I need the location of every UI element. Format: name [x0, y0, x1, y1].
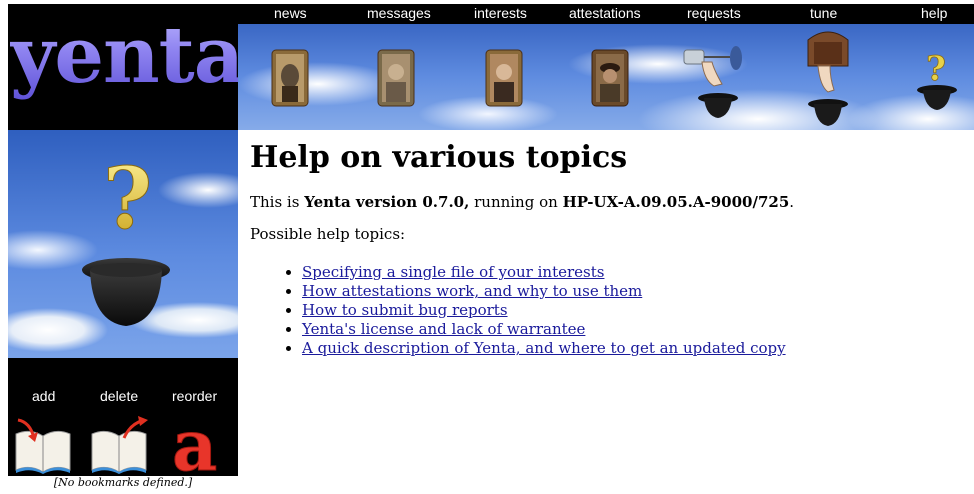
nav-attestations[interactable]: attestations: [569, 5, 641, 21]
bookmarks-panel: add delete reorder a [No bookmarks defin…: [8, 358, 238, 490]
reorder-bookmarks-button[interactable]: a: [168, 416, 228, 474]
interests-icon[interactable]: [484, 46, 524, 108]
list-item: How to submit bug reports: [302, 301, 970, 320]
svg-text:?: ?: [926, 49, 946, 89]
list-item: Specifying a single file of your interes…: [302, 263, 970, 282]
topic-link-description[interactable]: A quick description of Yenta, and where …: [302, 339, 786, 357]
requests-icon[interactable]: [678, 40, 758, 120]
attestations-icon[interactable]: [590, 46, 630, 108]
nav-interests[interactable]: interests: [474, 5, 527, 21]
top-nav: news messages interests attestations req…: [238, 4, 974, 24]
svg-text:a: a: [172, 416, 217, 474]
page-title: Help on various topics: [250, 140, 628, 175]
list-item: How attestations work, and why to use th…: [302, 282, 970, 301]
sidebar: yenta ? add delete reorder a [No bookmar…: [8, 4, 244, 490]
topics-label: Possible help topics:: [250, 225, 406, 243]
yenta-logo[interactable]: yenta: [8, 4, 244, 130]
news-icon[interactable]: [270, 46, 310, 108]
main-content: Help on various topics This is Yenta ver…: [250, 140, 970, 358]
add-bookmark-button[interactable]: [12, 416, 74, 474]
version-prefix: This is: [250, 193, 305, 211]
version-mid: running on: [469, 193, 563, 211]
list-item: Yenta's license and lack of warrantee: [302, 320, 970, 339]
nav-messages[interactable]: messages: [367, 5, 431, 21]
topic-link-interests-file[interactable]: Specifying a single file of your interes…: [302, 263, 604, 281]
reorder-bookmarks-label: reorder: [172, 388, 218, 404]
topic-link-license[interactable]: Yenta's license and lack of warrantee: [302, 320, 585, 338]
messages-icon[interactable]: [376, 46, 416, 108]
nav-requests[interactable]: requests: [687, 5, 741, 21]
logo-text: yenta: [10, 10, 244, 101]
topic-link-attestations[interactable]: How attestations work, and why to use th…: [302, 282, 642, 300]
tune-icon[interactable]: [798, 26, 858, 128]
question-mark-hat-icon: ?: [82, 149, 170, 326]
nav-tune[interactable]: tune: [810, 5, 837, 21]
delete-bookmark-button[interactable]: [88, 416, 150, 474]
list-item: A quick description of Yenta, and where …: [302, 339, 970, 358]
nav-help[interactable]: help: [921, 5, 947, 21]
help-topics-list: Specifying a single file of your interes…: [250, 263, 970, 358]
topic-link-bug-reports[interactable]: How to submit bug reports: [302, 301, 508, 319]
add-bookmark-label: add: [32, 388, 56, 404]
version-line: This is Yenta version 0.7.0, running on …: [250, 193, 970, 211]
nav-banner: ?: [238, 24, 974, 130]
version-suffix: .: [789, 193, 795, 211]
help-icon[interactable]: ?: [912, 44, 962, 114]
help-hero-image: ?: [8, 130, 238, 358]
version-name: Yenta version 0.7.0,: [304, 193, 470, 211]
no-bookmarks-text: [No bookmarks defined.]: [8, 476, 238, 490]
svg-text:?: ?: [103, 149, 152, 248]
platform-name: HP-UX-A.09.05.A-9000/725: [562, 193, 790, 211]
delete-bookmark-label: delete: [100, 388, 139, 404]
nav-news[interactable]: news: [274, 5, 307, 21]
